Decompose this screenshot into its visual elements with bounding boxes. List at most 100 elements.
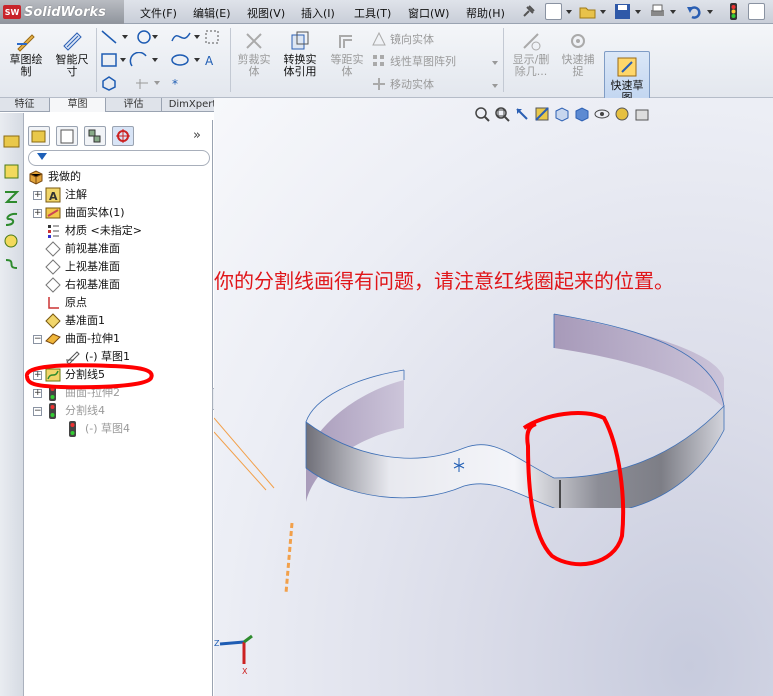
tab-features[interactable]: 特征 [0, 98, 50, 112]
menu-window[interactable]: 窗口(W) [408, 5, 449, 21]
previous-view-icon[interactable] [514, 106, 530, 122]
plane-icon [45, 277, 61, 293]
tree-item-annotations[interactable]: + A 注解 [33, 186, 87, 204]
display-delete-relations-button[interactable]: 显示/删 除几... [508, 30, 554, 78]
tree-item-top-plane[interactable]: 上视基准面 [45, 258, 120, 276]
boundary-surface-icon[interactable] [3, 163, 20, 180]
tree-filter-input[interactable] [28, 150, 210, 166]
tree-item-label: 基准面1 [65, 314, 105, 327]
move-entities-button[interactable]: 移动实体 [372, 76, 434, 92]
new-dropdown-icon[interactable] [566, 10, 572, 14]
linear-pattern-dropdown-icon[interactable] [492, 61, 498, 65]
tree-root-part[interactable]: 我做的 [28, 168, 81, 186]
new-document-icon[interactable] [545, 3, 562, 20]
split-line-icon[interactable] [3, 133, 20, 150]
view-triad-icon: Z X [214, 634, 253, 676]
save-icon[interactable] [614, 3, 631, 20]
plane-icon [45, 313, 61, 329]
helix-icon[interactable] [3, 211, 20, 228]
view-orientation-icon[interactable] [554, 106, 570, 122]
section-view-icon[interactable] [534, 106, 550, 122]
tab-sketch[interactable]: 草图 [50, 98, 106, 112]
tree-item-sketch4[interactable]: (-) 草图4 [65, 420, 130, 438]
undo-icon[interactable] [686, 3, 703, 20]
menu-help[interactable]: 帮助(H) [466, 5, 505, 21]
offset-entities-button[interactable]: 等距实 体 [326, 30, 368, 78]
pin-icon[interactable] [520, 3, 537, 20]
smart-dimension-icon [61, 30, 83, 52]
offset-icon [336, 30, 358, 52]
menu-tools[interactable]: 工具(T) [354, 5, 391, 21]
tree-item-origin[interactable]: 原点 [45, 294, 87, 312]
feature-tree-tab-icon[interactable] [28, 126, 50, 146]
trim-label: 剪裁实 体 [237, 53, 271, 78]
ribbon-separator [230, 28, 231, 92]
triad-z-label: Z [214, 639, 220, 648]
convert-entities-button[interactable]: 转换实 体引用 [278, 30, 322, 78]
composite-curve-icon[interactable] [3, 256, 20, 273]
property-manager-tab-icon[interactable] [56, 126, 78, 146]
trim-icon [243, 30, 265, 52]
offset-label: 等距实 体 [330, 53, 364, 78]
hide-show-items-icon[interactable] [594, 106, 610, 122]
print-icon[interactable] [649, 3, 666, 20]
tree-item-plane1[interactable]: 基准面1 [45, 312, 105, 330]
move-dropdown-icon[interactable] [492, 84, 498, 88]
apply-scene-icon[interactable] [634, 106, 650, 122]
tree-item-material[interactable]: 材质 <未指定> [45, 222, 142, 240]
linear-pattern-icon [372, 54, 386, 68]
sketch-button[interactable]: 草图绘 制 [4, 30, 48, 78]
quick-snaps-button[interactable]: 快速捕 捉 [557, 30, 599, 78]
menu-file[interactable]: 文件(F) [140, 5, 177, 21]
menu-edit[interactable]: 编辑(E) [193, 5, 231, 21]
display-style-icon[interactable] [574, 106, 590, 122]
graphics-area[interactable]: Z X [214, 98, 773, 696]
menu-view[interactable]: 视图(V) [247, 5, 285, 21]
mirror-entities-button[interactable]: 镜向实体 [372, 31, 434, 47]
smart-dimension-button[interactable]: 智能尺 寸 [50, 30, 94, 78]
menu-insert[interactable]: 插入(I) [301, 5, 335, 21]
rectangle-tool[interactable] [100, 52, 160, 68]
zoom-to-area-icon[interactable] [494, 106, 510, 122]
options-icon[interactable] [748, 3, 765, 20]
tree-item-split-line4[interactable]: − 分割线4 [33, 402, 105, 420]
tab-evaluate[interactable]: 评估 [106, 98, 162, 112]
open-dropdown-icon[interactable] [600, 10, 606, 14]
tree-item-surface-bodies[interactable]: + 曲面实体(1) [33, 204, 125, 222]
ellipse-tool[interactable]: A [170, 52, 220, 68]
sketch-pencil-icon [15, 30, 37, 52]
collapse-icon[interactable]: − [33, 334, 42, 344]
feature-manager-tree: » 我做的 + A 注解 + 曲面实体(1) 材质 <未指定> 前视基准面 上视… [25, 120, 213, 696]
tree-item-right-plane[interactable]: 右视基准面 [45, 276, 120, 294]
print-dropdown-icon[interactable] [670, 10, 676, 14]
undo-dropdown-icon[interactable] [707, 10, 713, 14]
collapse-icon[interactable]: − [33, 406, 42, 416]
tree-item-front-plane[interactable]: 前视基准面 [45, 240, 120, 258]
curve-icon[interactable] [3, 188, 20, 205]
save-dropdown-icon[interactable] [635, 10, 641, 14]
configuration-tab-icon[interactable] [84, 126, 106, 146]
zoom-to-fit-icon[interactable] [474, 106, 490, 122]
edit-appearance-icon[interactable] [614, 106, 630, 122]
expand-icon[interactable]: + [33, 190, 42, 200]
filter-icon [37, 153, 47, 160]
trim-entities-button[interactable]: 剪裁实 体 [234, 30, 274, 78]
dimxpert-tab-icon[interactable] [112, 126, 134, 146]
tree-item-surface-extrude1[interactable]: − 曲面-拉伸1 [33, 330, 120, 348]
tree-item-label: 前视基准面 [65, 242, 120, 255]
annotation-text: 你的分割线画得有问题，请注意红线圈起来的位置。 [214, 269, 674, 293]
polygon-tool[interactable]: * [100, 75, 190, 91]
linear-pattern-button[interactable]: 线性草图阵列 [372, 53, 456, 69]
projected-curve-icon[interactable] [3, 233, 20, 250]
spline-tool[interactable] [170, 29, 220, 45]
display-delete-label: 显示/删 除几... [512, 53, 550, 78]
tree-item-label: (-) 草图4 [85, 422, 131, 435]
open-folder-icon[interactable] [579, 3, 596, 20]
line-tool[interactable] [100, 29, 160, 45]
tree-item-label: 原点 [65, 296, 87, 309]
expand-panel-icon[interactable]: » [193, 128, 201, 143]
rebuild-traffic-light-icon[interactable] [725, 3, 742, 20]
task-icon-strip [0, 113, 24, 696]
expand-icon[interactable]: + [33, 208, 42, 218]
app-logo[interactable]: SW SolidWorks [0, 0, 124, 24]
